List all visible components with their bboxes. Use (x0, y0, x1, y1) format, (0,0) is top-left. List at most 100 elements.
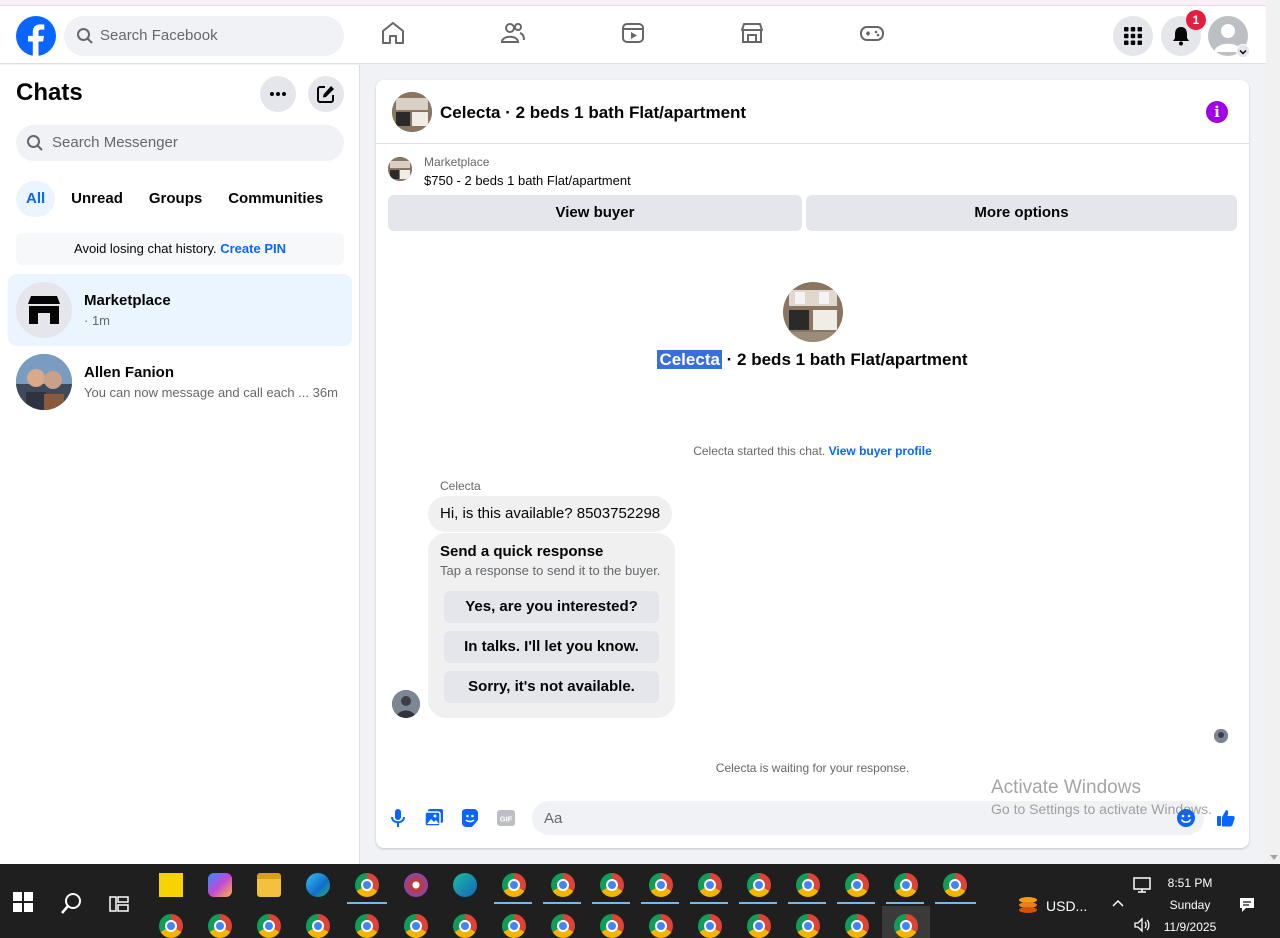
clock-day[interactable]: Sunday (1160, 898, 1220, 912)
conversation-allen-fanion[interactable]: Allen Fanion You can now message and cal… (8, 346, 352, 418)
microphone-icon[interactable] (388, 808, 408, 828)
filter-groups[interactable]: Groups (139, 181, 212, 217)
chrome-profile-icon[interactable] (747, 914, 771, 938)
photo-icon[interactable] (424, 808, 444, 828)
chrome-profile-icon[interactable] (698, 873, 722, 897)
search-icon[interactable] (60, 892, 84, 916)
marketplace-icon[interactable] (739, 20, 765, 46)
chrome-profile-icon[interactable] (845, 873, 869, 897)
svg-text:GIF: GIF (500, 815, 513, 824)
chrome-profile-icon[interactable] (257, 914, 281, 938)
filter-communities[interactable]: Communities (218, 181, 333, 217)
volume-icon[interactable] (1133, 916, 1151, 934)
chrome-profile-icon[interactable] (453, 914, 477, 938)
chrome-profile-icon[interactable] (306, 914, 330, 938)
more-dots-icon (270, 92, 286, 96)
view-buyer-profile-link[interactable]: View buyer profile (829, 444, 932, 458)
chrome-profile-icon[interactable] (551, 914, 575, 938)
filter-unread[interactable]: Unread (61, 181, 133, 217)
marketplace-avatar (16, 282, 72, 338)
gaming-icon[interactable] (859, 20, 885, 46)
chat-options-button[interactable] (260, 76, 296, 112)
facebook-search-box[interactable]: Search Facebook (64, 16, 344, 56)
create-pin-link[interactable]: Create PIN (220, 241, 286, 256)
conversation-preview: You can now message and call each ... 36… (84, 385, 338, 400)
thumbs-up-icon[interactable] (1216, 808, 1236, 828)
chrome-profile-icon[interactable] (796, 914, 820, 938)
messenger-search-input[interactable]: Search Messenger (16, 125, 344, 161)
chrome-profile-icon[interactable] (600, 914, 624, 938)
chrome-profile-icon[interactable] (845, 914, 869, 938)
chrome-profile-icon[interactable] (551, 873, 575, 897)
notification-center-icon[interactable] (1238, 896, 1256, 914)
scroll-down-arrow-icon[interactable] (1270, 855, 1278, 860)
copilot-icon[interactable] (208, 873, 232, 897)
quick-response-title: Send a quick response (440, 543, 604, 560)
chrome-profile-icon[interactable] (649, 914, 673, 938)
chrome-profile-icon[interactable] (159, 914, 183, 938)
selected-name-text: Celecta (657, 350, 722, 369)
conversation-marketplace[interactable]: Marketplace · 1m (8, 274, 352, 346)
allen-fanion-avatar (16, 354, 72, 410)
new-message-button[interactable] (308, 76, 344, 112)
chrome-profile-icon[interactable] (698, 914, 722, 938)
page-scrollbar[interactable] (1266, 0, 1280, 864)
friends-icon[interactable] (500, 20, 526, 46)
chrome-profile-icon[interactable] (600, 873, 624, 897)
clock-time[interactable]: 8:51 PM (1160, 876, 1220, 890)
message-sender-name: Celecta (440, 479, 481, 493)
quick-response-subtitle: Tap a response to send it to the buyer. (440, 563, 661, 578)
message-input-placeholder: Aa (544, 810, 563, 827)
file-explorer-icon[interactable] (257, 873, 281, 897)
chrome-profile-icon[interactable] (894, 873, 918, 897)
more-options-button[interactable]: More options (806, 195, 1237, 231)
filter-all[interactable]: All (16, 181, 56, 217)
app-icon[interactable] (404, 873, 428, 897)
browser-edge-strip (0, 0, 1266, 6)
chat-header: Celecta · 2 beds 1 bath Flat/apartment i (376, 80, 1249, 144)
chrome-profile-icon[interactable] (747, 873, 771, 897)
listing-thumbnail[interactable] (392, 92, 432, 132)
task-view-icon[interactable] (109, 894, 129, 914)
sender-avatar[interactable] (392, 690, 420, 718)
wave-app-icon[interactable] (453, 873, 477, 897)
read-receipt-avatar (1214, 729, 1228, 743)
chrome-profile-icon[interactable] (502, 914, 526, 938)
edge-icon[interactable] (306, 873, 330, 897)
chevron-down-icon[interactable] (1236, 44, 1250, 58)
sticker-icon[interactable] (460, 808, 480, 828)
chrome-profile-icon[interactable] (404, 914, 428, 938)
chrome-profile-icon[interactable] (649, 873, 673, 897)
network-icon[interactable] (1133, 876, 1151, 894)
currency-widget-label[interactable]: USD... (1046, 898, 1087, 914)
home-icon[interactable] (380, 20, 406, 46)
chat-title[interactable]: Celecta · 2 beds 1 bath Flat/apartment (440, 103, 746, 123)
bell-icon (1173, 27, 1189, 46)
listing-profile-photo (783, 282, 843, 342)
incoming-message-bubble[interactable]: Hi, is this available? 8503752298 (428, 496, 673, 532)
windows-start-icon[interactable] (13, 892, 33, 912)
currency-widget-icon[interactable] (1016, 894, 1040, 918)
menu-grid-button[interactable] (1113, 16, 1153, 56)
chrome-profile-icon[interactable] (894, 914, 918, 938)
sticky-notes-icon[interactable] (159, 873, 183, 897)
gif-icon[interactable]: GIF (496, 808, 516, 828)
chrome-icon[interactable] (355, 873, 379, 897)
chrome-profile-icon[interactable] (355, 914, 379, 938)
facebook-logo-icon[interactable] (16, 16, 56, 56)
info-icon[interactable]: i (1206, 101, 1228, 123)
messenger-search-placeholder: Search Messenger (52, 134, 178, 151)
chrome-profile-icon[interactable] (502, 873, 526, 897)
chat-filter-tabs: All Unread Groups Communities (16, 181, 333, 217)
quick-response-not-available[interactable]: Sorry, it's not available. (444, 671, 659, 703)
chrome-profile-icon[interactable] (796, 873, 820, 897)
view-buyer-button[interactable]: View buyer (388, 195, 802, 231)
chevron-up-icon[interactable] (1110, 896, 1126, 912)
clock-date[interactable]: 11/9/2025 (1160, 920, 1220, 934)
chrome-profile-icon[interactable] (943, 873, 967, 897)
quick-response-interested[interactable]: Yes, are you interested? (444, 591, 659, 623)
quick-response-in-talks[interactable]: In talks. I'll let you know. (444, 631, 659, 663)
notification-count-badge: 1 (1186, 10, 1206, 30)
watch-icon[interactable] (620, 20, 646, 46)
chrome-profile-icon[interactable] (208, 914, 232, 938)
